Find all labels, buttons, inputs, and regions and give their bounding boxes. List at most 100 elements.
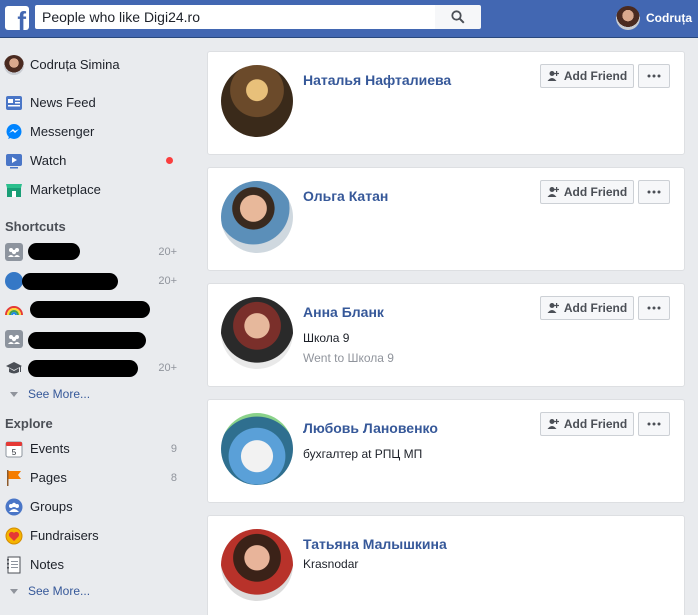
groups-icon [4,497,24,517]
sidebar-item-marketplace[interactable]: Marketplace [0,175,185,204]
sidebar-item-label: Marketplace [30,182,101,197]
sidebar-item-watch[interactable]: Watch [0,146,185,175]
graduation-cap-icon [4,358,24,378]
shortcut-item[interactable]: 20+ [0,237,185,266]
chevron-down-icon [10,588,18,594]
chevron-down-icon [10,391,18,397]
profile-photo[interactable] [221,297,293,369]
redacted-label [28,243,80,260]
svg-text:5: 5 [12,448,17,457]
more-dots-icon [647,190,661,194]
see-more-label: See More... [28,387,91,401]
page-logo-icon [4,271,24,291]
search-button[interactable] [435,5,481,29]
see-more-label: See More... [28,584,91,598]
shortcut-item[interactable] [0,324,185,353]
sidebar-item-groups[interactable]: Groups [0,492,185,521]
sidebar-item-events[interactable]: 5 Events 9 [0,434,185,463]
person-detail: Школа 9 [303,331,350,345]
shortcut-count: 20+ [158,245,177,258]
search-field[interactable] [35,5,435,29]
more-options-button[interactable] [638,296,670,320]
shortcut-count: 20+ [158,361,177,374]
profile-photo[interactable] [221,529,293,601]
redacted-label [22,273,118,290]
shortcut-item[interactable] [0,295,185,324]
group-icon [4,242,24,262]
search-icon [451,10,465,24]
sidebar-item-profile[interactable]: Codruța Simina [0,50,185,79]
rainbow-icon [4,300,24,320]
more-options-button[interactable] [638,64,670,88]
add-friend-label: Add Friend [563,417,628,431]
more-dots-icon [647,422,661,426]
more-options-button[interactable] [638,180,670,204]
sidebar-item-label: Watch [30,153,67,168]
redacted-label [30,301,150,318]
sidebar-item-fundraisers[interactable]: Fundraisers [0,521,185,550]
person-name-link[interactable]: Любовь Лановенко [303,420,438,436]
sidebar-item-messenger[interactable]: Messenger [0,117,185,146]
profile-link[interactable]: Codruța [616,5,698,31]
events-count: 9 [170,442,177,455]
shortcut-item[interactable]: 20+ [0,353,185,382]
redacted-label [28,332,146,349]
result-card: Татьяна Малышкина Krasnodar [207,515,685,615]
shortcuts-heading: Shortcuts [5,219,66,234]
shortcut-count: 20+ [158,274,177,287]
person-name-link[interactable]: Анна Бланк [303,304,384,320]
add-friend-button[interactable]: Add Friend [540,412,634,436]
add-friend-button[interactable]: Add Friend [540,180,634,204]
add-friend-button[interactable]: Add Friend [540,296,634,320]
profile-photo[interactable] [221,65,293,137]
group-icon [4,329,24,349]
shortcut-item[interactable]: 20+ [0,266,185,295]
top-navigation-bar: f Codruța [0,0,698,38]
profile-photo[interactable] [221,181,293,253]
person-name-link[interactable]: Татьяна Малышкина [303,536,447,552]
result-card: Ольга Катан Add Friend [207,167,685,271]
pages-flag-icon [4,468,24,488]
add-friend-icon [547,186,559,198]
person-name-link[interactable]: Ольга Катан [303,188,388,204]
see-more-explore[interactable]: See More... [0,581,90,601]
news-feed-icon [4,93,24,113]
person-detail: бухгалтер at РПЦ МП [303,447,423,461]
see-more-shortcuts[interactable]: See More... [0,384,90,404]
events-icon: 5 [4,439,24,459]
add-friend-icon [547,70,559,82]
person-name-link[interactable]: Наталья Нафталиева [303,72,451,88]
more-options-button[interactable] [638,412,670,436]
person-detail: Krasnodar [303,557,359,571]
marketplace-icon [4,180,24,200]
add-friend-icon [547,418,559,430]
sidebar-item-pages[interactable]: Pages 8 [0,463,185,492]
messenger-icon [4,122,24,142]
result-card: Анна Бланк Школа 9 Went to Школа 9 Add F… [207,283,685,387]
avatar [616,6,640,30]
explore-heading: Explore [5,416,53,431]
notification-dot [166,157,173,164]
add-friend-icon [547,302,559,314]
redacted-label [28,360,138,377]
sidebar-item-notes[interactable]: Notes [0,550,185,579]
sidebar-item-news-feed[interactable]: News Feed [0,88,185,117]
facebook-logo-icon[interactable]: f [5,6,29,30]
sidebar-item-label: News Feed [30,95,96,110]
sidebar-item-label: Events [30,441,70,456]
add-friend-label: Add Friend [563,69,628,83]
result-card: Любовь Лановенко бухгалтер at РПЦ МП Add… [207,399,685,503]
add-friend-button[interactable]: Add Friend [540,64,634,88]
profile-name: Codruța [646,11,692,25]
sidebar-item-label: Fundraisers [30,528,99,543]
sidebar-item-label: Pages [30,470,67,485]
search-input[interactable] [36,6,434,28]
more-dots-icon [647,74,661,78]
left-sidebar: Codruța Simina News Feed Messenger Watch… [0,38,190,615]
notes-icon [4,555,24,575]
more-dots-icon [647,306,661,310]
sidebar-item-label: Codruța Simina [30,57,120,72]
profile-photo[interactable] [221,413,293,485]
add-friend-label: Add Friend [563,185,628,199]
avatar [4,54,24,75]
